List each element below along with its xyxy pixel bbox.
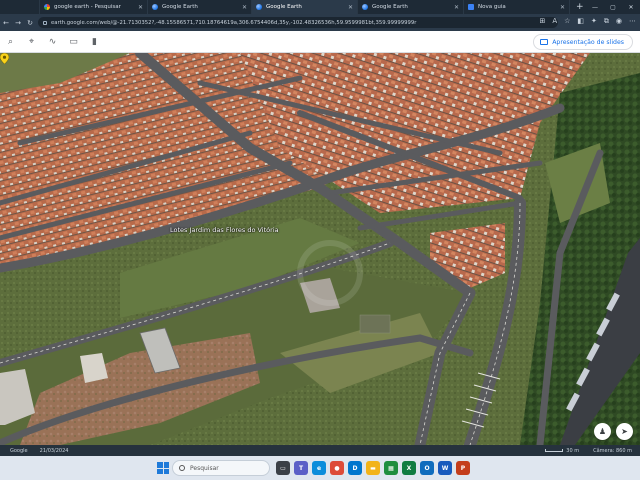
maximize-icon[interactable]: ▢ [604,4,622,11]
taskbar-search[interactable]: Pesquisar [172,460,270,476]
location-pin-icon[interactable]: ⌖ [21,31,42,53]
read-aloud-icon[interactable]: A [552,17,557,26]
camera-altitude: Câmera: 860 m [593,447,632,454]
collections-icon[interactable]: ⧉ [604,17,609,26]
close-window-icon[interactable]: ✕ [622,4,640,11]
tab-google-earth-active[interactable]: Google Earth ✕ [252,0,358,14]
close-icon[interactable]: ✕ [138,4,143,11]
windows-taskbar: Pesquisar ▭ Te ● D ▬ ▦ X O W P [0,456,640,480]
browser-menu-area[interactable] [0,0,40,14]
excel-icon[interactable]: X [402,461,416,475]
close-icon[interactable]: ✕ [454,4,459,11]
projects-icon[interactable]: ▭ [63,31,84,53]
explorer-icon[interactable]: ▬ [366,461,380,475]
edge-icon[interactable]: e [312,461,326,475]
favorite-star-icon[interactable]: ☆ [564,17,570,26]
satellite-imagery [0,53,640,445]
window-controls: — ▢ ✕ [586,0,640,14]
url-text: earth.google.com/web/@-21.7130352?,-48.1… [51,19,417,26]
new-tab-icon [468,4,474,10]
tab-google-earth-3[interactable]: Google Earth ✕ [358,0,464,14]
close-icon[interactable]: ✕ [242,4,247,11]
url-field[interactable]: earth.google.com/web/@-21.7130352?,-48.1… [38,17,558,28]
dell-icon[interactable]: D [348,461,362,475]
scale-bar: 30 m [545,448,579,454]
compass-icon[interactable]: ➤ [616,423,633,440]
measure-icon[interactable]: ▮ [84,31,105,53]
outlook-icon[interactable]: O [420,461,434,475]
taskbar-search-label: Pesquisar [190,464,219,472]
tab-google-earth-1[interactable]: Google Earth ✕ [148,0,252,14]
teams-icon[interactable]: T [294,461,308,475]
scale-bar-graphic [545,449,564,452]
tab-new-tab[interactable]: Nova guia ✕ [464,0,570,14]
close-icon[interactable]: ✕ [348,4,353,11]
taskbar-apps: ▭ Te ● D ▬ ▦ X O W P [276,461,470,475]
earth-toolbar: ⌕ ⌖ ∿ ▭ ▮ Apresentação de slides [0,31,640,53]
lock-icon [43,20,47,25]
powerpoint-icon[interactable]: P [456,461,470,475]
split-screen-icon[interactable]: ◧ [577,17,584,26]
path-tool-icon[interactable]: ∿ [42,31,63,53]
earth-icon [256,4,262,10]
start-windows-icon[interactable] [157,462,169,474]
earth-status-bar: Google 21/03/2024 30 m Câmera: 860 m [0,445,640,456]
forward-icon[interactable]: → [12,19,24,27]
earth-icon [152,4,158,10]
place-label[interactable]: Lotes Jardim das Flores do Vitória [170,226,279,234]
sheets-icon[interactable]: ▦ [384,461,398,475]
browser-tab-strip: google earth - Pesquisar ✕ Google Earth … [0,0,640,14]
more-menu-icon[interactable]: ⋯ [629,17,636,26]
search-icon[interactable]: ⌕ [0,31,21,53]
reload-icon[interactable]: ↻ [24,19,36,27]
search-icon [179,465,185,471]
favorites-icon[interactable]: ✦ [591,17,597,26]
scale-value: 30 m [566,447,580,454]
back-icon[interactable]: ← [0,19,12,27]
browser-actions: ⊞ A ☆ ◧ ✦ ⧉ ◉ ⋯ [539,17,636,26]
address-bar-row: ← → ↻ earth.google.com/web/@-21.7130352?… [0,14,640,31]
presentation-button[interactable]: Apresentação de slides [533,34,633,50]
street-view-icon[interactable]: ♟ [594,423,611,440]
word-icon[interactable]: W [438,461,452,475]
placemark-pin-icon[interactable] [0,53,9,64]
minimize-icon[interactable]: — [586,4,604,11]
google-logo: Google [10,447,28,454]
earth-icon [362,4,368,10]
extensions-icon[interactable]: ⊞ [539,17,545,26]
slideshow-icon [540,39,549,45]
satellite-map-view[interactable]: Lotes Jardim das Flores do Vitória ♟ ➤ [0,53,640,445]
copilot-icon[interactable]: ◉ [616,17,622,26]
taskview-icon[interactable]: ▭ [276,461,290,475]
imagery-date: 21/03/2024 [39,447,69,454]
google-g-icon [44,4,50,10]
chrome-icon[interactable]: ● [330,461,344,475]
close-icon[interactable]: ✕ [560,4,565,11]
tab-google-search[interactable]: google earth - Pesquisar ✕ [40,0,148,14]
